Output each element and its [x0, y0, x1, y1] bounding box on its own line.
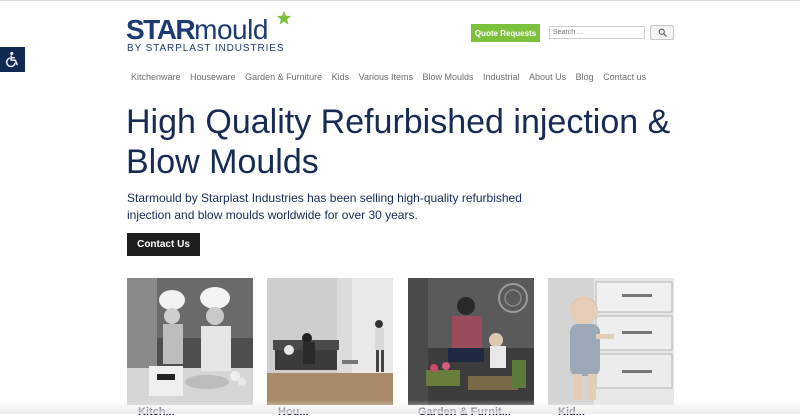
wheelchair-icon	[5, 51, 18, 68]
bottom-fade	[0, 400, 800, 414]
search-input[interactable]	[549, 26, 645, 39]
logo-tagline: BY STARPLAST INDUSTRIES	[127, 43, 285, 54]
logo-wordmark: STARmould	[126, 14, 268, 45]
contact-us-button[interactable]: Contact Us	[127, 233, 200, 256]
category-card-kitchenware[interactable]	[127, 278, 253, 405]
kitchenware-image	[127, 278, 253, 405]
category-card-kids[interactable]	[548, 278, 674, 405]
category-card-garden-furniture[interactable]	[408, 278, 534, 405]
nav-item-garden-furniture[interactable]: Garden & Furniture	[245, 71, 322, 83]
search-icon	[658, 28, 667, 37]
star-icon	[276, 10, 292, 25]
nav-item-industrial[interactable]: Industrial	[483, 71, 520, 83]
nav-item-blog[interactable]: Blog	[576, 71, 594, 83]
hero-description: Starmould by Starplast Industries has be…	[127, 191, 522, 222]
category-card-houseware[interactable]	[267, 278, 393, 405]
nav-item-kids[interactable]: Kids	[332, 71, 350, 83]
nav-item-various-items[interactable]: Various Items	[359, 71, 413, 83]
nav-item-houseware[interactable]: Houseware	[190, 71, 236, 83]
quote-requests-button[interactable]: Quote Requests	[471, 24, 540, 42]
top-border	[0, 0, 800, 1]
garden-furniture-image	[408, 278, 534, 405]
nav-item-kitchenware[interactable]: Kitchenware	[131, 71, 181, 83]
search-button[interactable]	[650, 25, 674, 40]
kids-image	[548, 278, 674, 405]
accessibility-button[interactable]	[0, 47, 25, 72]
nav-item-about-us[interactable]: About Us	[529, 71, 566, 83]
nav-item-contact-us[interactable]: Contact us	[603, 71, 646, 83]
main-nav: Kitchenware Houseware Garden & Furniture…	[131, 71, 656, 83]
nav-item-blow-moulds[interactable]: Blow Moulds	[422, 71, 473, 83]
hero-title: High Quality Refurbished injection & Blo…	[126, 103, 671, 181]
site-logo[interactable]: STARmould BY STARPLAST INDUSTRIES	[126, 10, 296, 56]
houseware-image	[267, 278, 393, 405]
